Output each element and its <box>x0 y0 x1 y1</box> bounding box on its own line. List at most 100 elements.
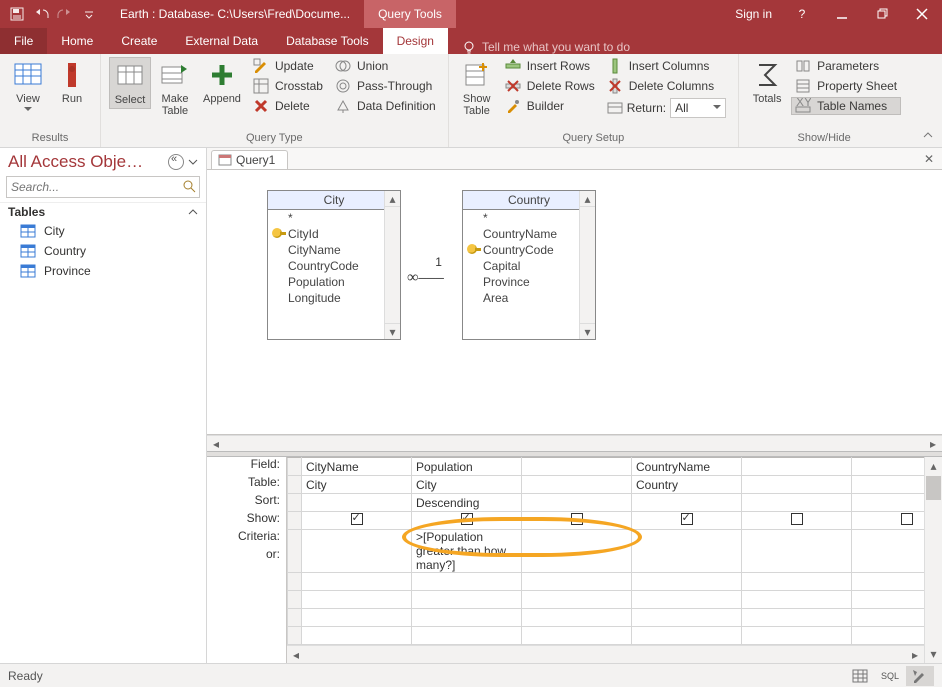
qbe-cell[interactable] <box>302 512 412 530</box>
qbe-cell[interactable] <box>522 458 632 476</box>
qbe-cell[interactable] <box>632 573 742 591</box>
delete-columns-button[interactable]: Delete Columns <box>603 77 730 95</box>
nav-table-item[interactable]: Country <box>0 241 206 261</box>
table-country[interactable]: Country *CountryNameCountryCodeCapitalPr… <box>462 190 596 340</box>
design-view-icon[interactable] <box>906 666 934 686</box>
restore-icon[interactable] <box>862 0 902 28</box>
nav-title[interactable]: All Access Obje… <box>8 152 168 172</box>
save-icon[interactable] <box>6 3 28 25</box>
sign-in-link[interactable]: Sign in <box>725 7 782 21</box>
nav-table-item[interactable]: Province <box>0 261 206 281</box>
qbe-cell[interactable] <box>302 530 412 573</box>
scrollbar[interactable]: ▴▾ <box>384 191 400 339</box>
close-icon[interactable] <box>902 0 942 28</box>
collapse-ribbon-icon[interactable] <box>922 129 938 145</box>
insert-rows-button[interactable]: Insert Rows <box>501 57 599 75</box>
select-query-button[interactable]: Select <box>109 57 151 109</box>
show-checkbox[interactable] <box>901 513 913 525</box>
undo-icon[interactable] <box>30 3 52 25</box>
search-icon[interactable] <box>182 179 196 193</box>
field-row[interactable]: * <box>463 210 595 226</box>
field-row[interactable]: CountryCode <box>268 258 400 274</box>
help-icon[interactable]: ? <box>782 0 822 28</box>
data-definition-button[interactable]: Data Definition <box>331 97 440 115</box>
tab-home[interactable]: Home <box>47 28 107 54</box>
qbe-cell[interactable] <box>302 494 412 512</box>
make-table-button[interactable]: Make Table <box>155 57 195 119</box>
qbe-cell[interactable] <box>632 512 742 530</box>
qbe-cell[interactable] <box>742 530 852 573</box>
qbe-cell[interactable]: Country <box>632 476 742 494</box>
qbe-cell[interactable] <box>852 512 925 530</box>
qbe-cell[interactable]: City <box>412 476 522 494</box>
append-button[interactable]: Append <box>199 57 245 107</box>
tab-external-data[interactable]: External Data <box>171 28 272 54</box>
qbe-cell[interactable] <box>302 573 412 591</box>
passthrough-button[interactable]: Pass-Through <box>331 77 440 95</box>
delete-rows-button[interactable]: Delete Rows <box>501 77 599 95</box>
collapse-group-icon[interactable] <box>188 207 198 217</box>
field-row[interactable]: CountryName <box>463 226 595 242</box>
field-row[interactable]: Longitude <box>268 290 400 306</box>
show-checkbox[interactable] <box>681 513 693 525</box>
tab-file[interactable]: File <box>0 28 47 54</box>
field-row[interactable]: * <box>268 210 400 226</box>
property-sheet-button[interactable]: Property Sheet <box>791 77 901 95</box>
nav-search[interactable] <box>6 176 200 198</box>
qbe-cell[interactable] <box>742 458 852 476</box>
row-selector[interactable] <box>288 476 302 494</box>
field-row[interactable]: CityId <box>268 226 400 242</box>
qbe-vscroll[interactable]: ▴▾ <box>924 457 942 663</box>
qbe-grid[interactable]: Field:Table:Sort:Show:Criteria:or: CityN… <box>207 457 942 663</box>
qbe-cell[interactable] <box>522 494 632 512</box>
field-row[interactable]: CountryCode <box>463 242 595 258</box>
datasheet-view-icon[interactable] <box>846 666 874 686</box>
qbe-cell[interactable] <box>742 494 852 512</box>
field-row[interactable]: Area <box>463 290 595 306</box>
table-city[interactable]: City *CityIdCityNameCountryCodePopulatio… <box>267 190 401 340</box>
qat-dropdown-icon[interactable] <box>78 3 100 25</box>
show-checkbox[interactable] <box>791 513 803 525</box>
parameters-button[interactable]: Parameters <box>791 57 901 75</box>
close-document-icon[interactable]: ✕ <box>920 150 938 168</box>
field-row[interactable]: Capital <box>463 258 595 274</box>
tab-design[interactable]: Design <box>383 28 448 54</box>
nav-group-tables[interactable]: Tables <box>0 202 206 221</box>
qbe-cell[interactable] <box>742 476 852 494</box>
qbe-cell[interactable]: Population <box>412 458 522 476</box>
join-line[interactable]: 1 ∞─── <box>407 255 444 287</box>
qbe-cell[interactable] <box>852 573 925 591</box>
search-input[interactable] <box>6 176 200 198</box>
field-row[interactable]: Population <box>268 274 400 290</box>
row-selector[interactable] <box>288 458 302 476</box>
update-button[interactable]: Update <box>249 57 327 75</box>
qbe-cell[interactable]: CountryName <box>632 458 742 476</box>
qbe-cell[interactable] <box>412 512 522 530</box>
qbe-cell[interactable] <box>852 458 925 476</box>
qbe-cell[interactable] <box>522 530 632 573</box>
redo-icon[interactable] <box>54 3 76 25</box>
canvas-hscroll[interactable]: ◂▸ <box>207 435 942 452</box>
return-selector[interactable]: Return: All <box>603 97 730 119</box>
qbe-cell[interactable] <box>412 573 522 591</box>
show-checkbox[interactable] <box>461 513 473 525</box>
show-checkbox[interactable] <box>351 513 363 525</box>
view-button[interactable]: View <box>8 57 48 114</box>
document-tab[interactable]: Query1 <box>211 150 288 169</box>
row-selector[interactable] <box>288 530 302 573</box>
qbe-cell[interactable] <box>852 494 925 512</box>
nav-collapse-icon[interactable] <box>168 154 184 170</box>
show-checkbox[interactable] <box>571 513 583 525</box>
tell-me-search[interactable]: Tell me what you want to do <box>448 40 630 54</box>
tab-create[interactable]: Create <box>107 28 171 54</box>
qbe-hscroll[interactable]: ◂▸ <box>287 645 924 663</box>
qbe-cell[interactable]: CityName <box>302 458 412 476</box>
qbe-cell[interactable] <box>632 530 742 573</box>
qbe-cell[interactable] <box>632 494 742 512</box>
row-selector[interactable] <box>288 494 302 512</box>
qbe-cell[interactable] <box>742 573 852 591</box>
qbe-cell[interactable]: Descending <box>412 494 522 512</box>
nav-table-item[interactable]: City <box>0 221 206 241</box>
qbe-cell[interactable]: >[Population greater than how many?] <box>412 530 522 573</box>
qbe-cell[interactable]: City <box>302 476 412 494</box>
